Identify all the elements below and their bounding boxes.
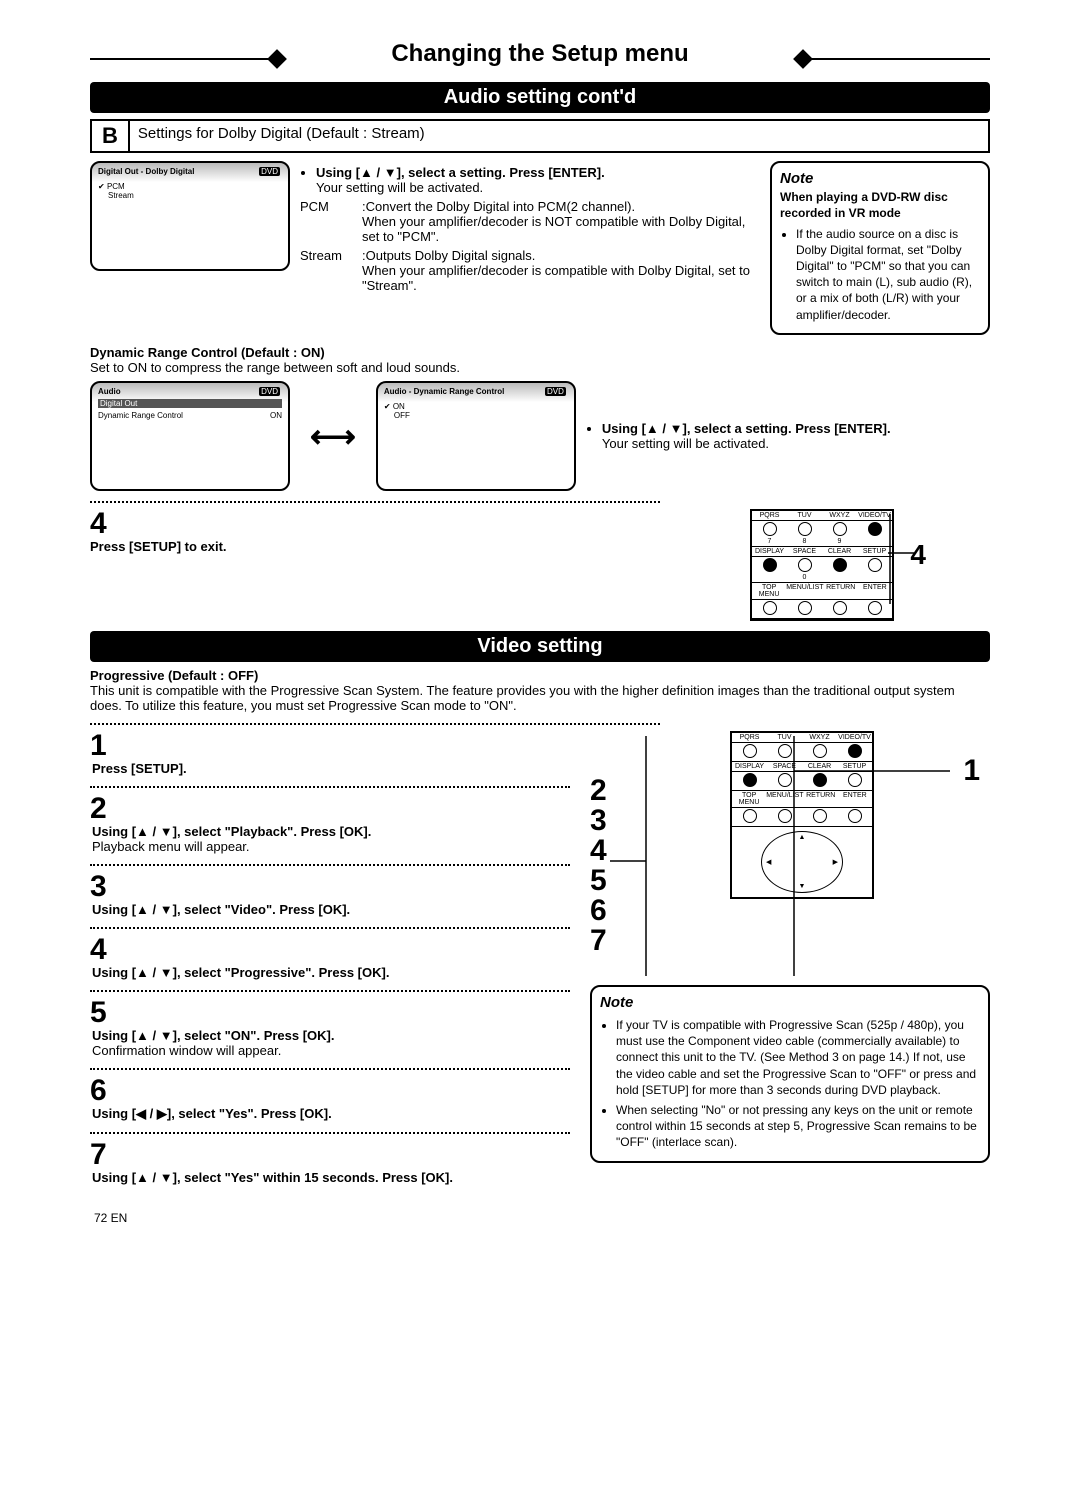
- screenshot-drc-menu: Audio - Dynamic Range Control DVD ✔ ON O…: [376, 381, 576, 491]
- note-audio-heading: When playing a DVD-RW disc recorded in V…: [780, 189, 980, 221]
- note-title: Note: [780, 169, 980, 189]
- remote-grid: PQRSTUVWXYZVIDEO/TV 789 DISPLAYSPACECLEA…: [750, 509, 894, 621]
- pcm-label: PCM: [300, 199, 354, 244]
- ss-title: Digital Out - Dolby Digital: [98, 167, 194, 176]
- note-audio-body: If the audio source on a disc is Dolby D…: [796, 226, 980, 323]
- stream-desc: :Outputs Dolby Digital signals. When you…: [362, 248, 760, 293]
- progressive-body: This unit is compatible with the Progres…: [90, 683, 990, 713]
- pcm-desc: :Convert the Dolby Digital into PCM(2 ch…: [362, 199, 760, 244]
- callout-num-4: 4: [910, 539, 926, 571]
- dpad-icon: ▲ ▼ ◀ ▶: [761, 831, 843, 893]
- screenshot-digital-out: Digital Out - Dolby Digital DVD ✔ PCM St…: [90, 161, 290, 271]
- callout-7: 7: [590, 926, 607, 956]
- note-audio: Note When playing a DVD-RW disc recorded…: [770, 161, 990, 335]
- chapter-title: Changing the Setup menu: [90, 40, 990, 68]
- stream-label: Stream: [300, 248, 354, 293]
- dolby-row: Digital Out - Dolby Digital DVD ✔ PCM St…: [90, 161, 990, 335]
- dolby-description: Using [▲ / ▼], select a setting. Press […: [300, 161, 760, 293]
- section-header-video: Video setting: [90, 631, 990, 662]
- drc-body: Set to ON to compress the range between …: [90, 360, 990, 375]
- ss-opt-stream: Stream: [108, 191, 282, 200]
- drc-heading: Dynamic Range Control (Default : ON): [90, 345, 990, 360]
- step-4-exit: 4 Press [SETUP] to exit.: [90, 509, 650, 554]
- note-video-bullet-2: When selecting "No" or not pressing any …: [616, 1102, 980, 1151]
- page-footer: 72 EN: [94, 1211, 990, 1225]
- ss-tag: DVD: [259, 167, 280, 176]
- remote-grid-video: PQRSTUVWXYZVIDEO/TV DISPLAYSPACECLEARSET…: [730, 731, 874, 899]
- callout-4v: 4: [590, 836, 607, 866]
- callout-2: 2: [590, 776, 607, 806]
- remote-diagram-audio: PQRSTUVWXYZVIDEO/TV 789 DISPLAYSPACECLEA…: [670, 509, 920, 621]
- screenshot-audio-menu: Audio DVD Digital Out Dynamic Range Cont…: [90, 381, 290, 491]
- ss-opt-pcm: ✔ PCM: [98, 182, 282, 191]
- chapter-banner: Changing the Setup menu: [90, 40, 990, 76]
- subsection-b: B Settings for Dolby Digital (Default : …: [90, 119, 990, 153]
- dolby-instr: Using [▲ / ▼], select a setting. Press […: [316, 165, 760, 195]
- bidirectional-arrow-icon: ⟷: [300, 417, 366, 455]
- callout-3: 3: [590, 806, 607, 836]
- subsection-title: Settings for Dolby Digital (Default : St…: [130, 121, 433, 151]
- subsection-letter: B: [92, 121, 130, 151]
- callout-1-right: 1: [963, 756, 980, 786]
- drc-instructions: Using [▲ / ▼], select a setting. Press […: [586, 417, 990, 455]
- note-video-bullet-1: If your TV is compatible with Progressiv…: [616, 1017, 980, 1098]
- callout-5: 5: [590, 866, 607, 896]
- video-steps: 1Press [SETUP]. 2Using [▲ / ▼], select "…: [90, 731, 570, 1191]
- callout-6: 6: [590, 896, 607, 926]
- progressive-heading: Progressive (Default : OFF): [90, 668, 990, 683]
- note-video: Note If your TV is compatible with Progr…: [590, 985, 990, 1163]
- section-header-audio: Audio setting cont'd: [90, 82, 990, 113]
